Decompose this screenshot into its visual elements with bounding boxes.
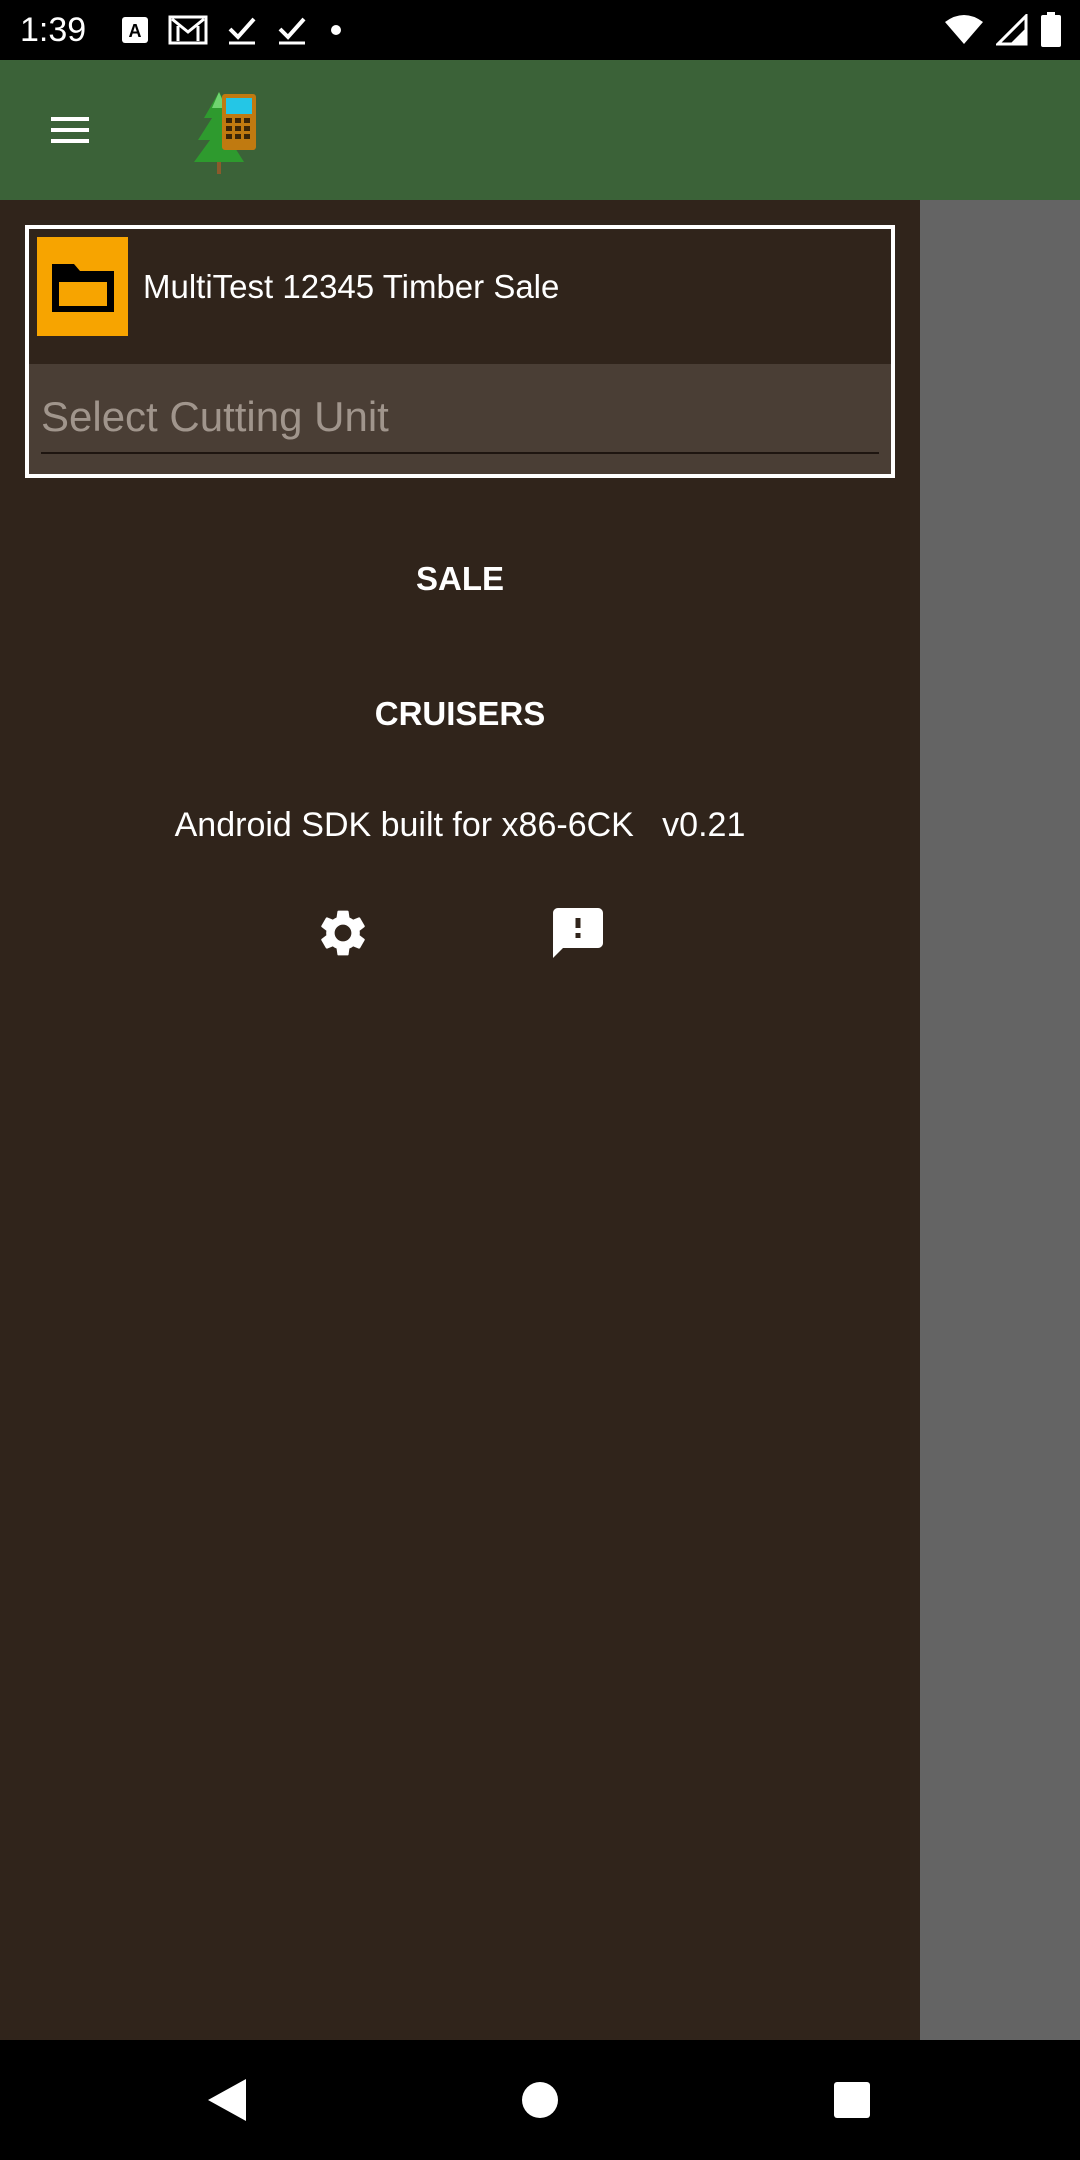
feedback-icon[interactable]	[548, 903, 608, 963]
device-info-text: Android SDK built for x86-6CK v0.21	[174, 806, 746, 844]
check-icon	[228, 17, 256, 45]
hamburger-menu-button[interactable]	[30, 95, 110, 165]
cutting-unit-select[interactable]: Select Cutting Unit	[29, 364, 891, 474]
recents-icon	[834, 2082, 870, 2118]
signal-icon	[996, 14, 1028, 46]
back-button[interactable]	[197, 2070, 257, 2130]
menu-item-cruisers[interactable]: CRUISERS	[0, 692, 920, 736]
a-notification-icon: A	[122, 17, 148, 43]
status-time: 1:39	[20, 11, 87, 49]
status-bar: 1:39 A	[0, 0, 1080, 60]
app-bar	[0, 60, 1080, 200]
settings-gear-icon[interactable]	[315, 905, 371, 961]
hamburger-menu-icon	[51, 117, 89, 143]
recents-button[interactable]	[822, 2070, 882, 2130]
sale-header-box: MultiTest 12345 Timber Sale Select Cutti…	[25, 225, 895, 478]
system-nav-bar	[0, 2040, 1080, 2160]
navigation-drawer: MultiTest 12345 Timber Sale Select Cutti…	[0, 200, 920, 2040]
check-icon	[278, 17, 306, 45]
folder-icon	[51, 263, 114, 312]
system-icons	[944, 10, 1062, 50]
sale-name: MultiTest 12345 Timber Sale	[143, 268, 560, 305]
notification-icons: A	[120, 12, 346, 48]
home-button[interactable]	[510, 2070, 570, 2130]
menu-item-sale[interactable]: SALE	[0, 557, 920, 601]
wifi-icon	[945, 15, 983, 44]
open-sale-folder-button[interactable]	[37, 237, 128, 336]
home-icon	[522, 2082, 558, 2118]
drawer-scrim[interactable]	[920, 200, 1080, 2040]
gmail-icon	[168, 15, 208, 45]
svg-text:A: A	[129, 21, 142, 41]
dot-icon	[331, 25, 341, 35]
cutting-unit-placeholder: Select Cutting Unit	[41, 393, 389, 440]
cutting-unit-underline	[41, 452, 879, 454]
tree-phone-logo-icon	[194, 92, 256, 174]
battery-icon	[1041, 12, 1061, 47]
back-icon	[208, 2079, 246, 2121]
